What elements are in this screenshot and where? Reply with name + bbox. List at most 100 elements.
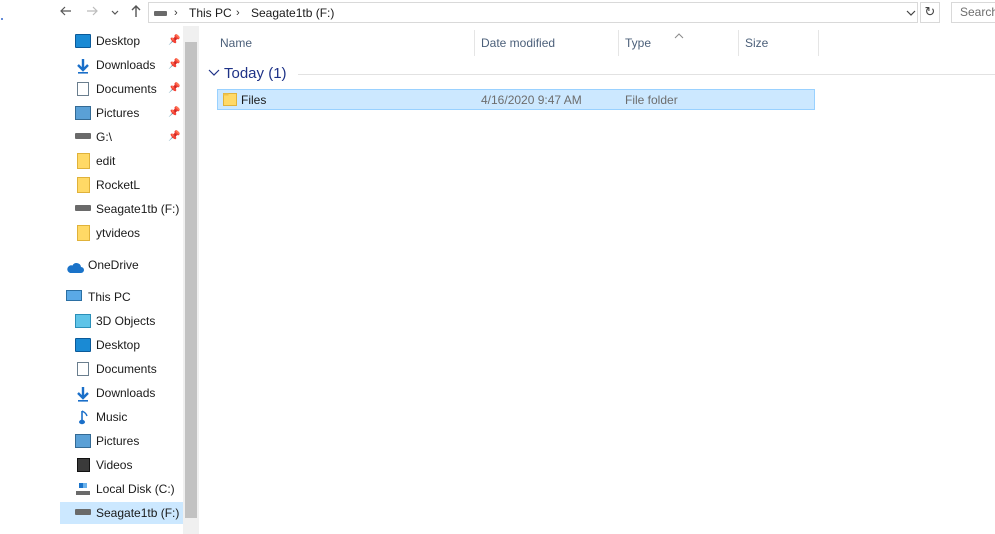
column-header-date[interactable]: Date modified	[481, 26, 611, 58]
pictures-icon	[75, 434, 91, 448]
up-arrow-icon	[131, 5, 141, 17]
chevron-right-icon: ›	[174, 7, 178, 19]
sidebar-item-desktop-pc[interactable]: Desktop	[60, 334, 185, 356]
sidebar-item-ytvideos[interactable]: ytvideos	[60, 222, 185, 244]
navigation-pane: Desktop 📌 Downloads 📌 Documents 📌 Pictur…	[60, 26, 200, 534]
desktop-icon	[75, 338, 91, 352]
download-arrow-icon	[75, 58, 91, 74]
search-input[interactable]: Search	[951, 2, 995, 23]
sidebar-item-g-drive[interactable]: G:\ 📌	[60, 126, 185, 148]
drive-icon	[75, 481, 91, 495]
sidebar-item-edit[interactable]: edit	[60, 150, 185, 172]
column-header-size[interactable]: Size	[745, 26, 815, 58]
sidebar-item-pictures-pc[interactable]: Pictures	[60, 430, 185, 452]
drive-icon	[75, 205, 91, 211]
cube-icon	[75, 314, 91, 328]
sidebar-item-desktop[interactable]: Desktop 📌	[60, 30, 185, 52]
file-type: File folder	[625, 93, 678, 107]
cloud-icon	[66, 259, 84, 273]
file-date-modified: 4/16/2020 9:47 AM	[481, 93, 582, 107]
breadcrumb-this-pc[interactable]: This PC	[189, 5, 232, 21]
chevron-down-icon	[906, 10, 916, 16]
sidebar-item-label: Music	[96, 410, 128, 424]
column-divider[interactable]	[474, 30, 475, 56]
chevron-down-icon	[111, 10, 119, 15]
sidebar-item-pictures[interactable]: Pictures 📌	[60, 102, 185, 124]
sidebar-item-downloads-pc[interactable]: Downloads	[60, 382, 185, 404]
pin-icon: 📌	[168, 59, 181, 70]
sidebar-item-label: 3D Objects	[96, 314, 156, 328]
folder-icon	[77, 153, 90, 169]
sidebar-item-documents[interactable]: Documents 📌	[60, 78, 185, 100]
file-name: Files	[241, 93, 267, 107]
sidebar-item-label: Videos	[96, 458, 133, 472]
sidebar-item-videos[interactable]: Videos	[60, 454, 185, 476]
sidebar-item-label: edit	[96, 154, 116, 168]
desktop-icon	[75, 34, 91, 48]
document-icon	[77, 362, 89, 376]
edge-marker	[0, 10, 4, 20]
chevron-right-icon: ›	[236, 7, 240, 19]
sidebar-item-label: Local Disk (C:)	[96, 482, 175, 496]
pictures-icon	[75, 106, 91, 120]
address-dropdown-button[interactable]	[906, 7, 916, 21]
sidebar-item-label: Downloads	[96, 386, 156, 400]
group-collapse-button[interactable]	[208, 67, 220, 81]
sidebar-item-label: Desktop	[96, 338, 141, 352]
sidebar-item-rocketl[interactable]: RocketL	[60, 174, 185, 196]
drive-icon	[75, 133, 91, 139]
group-divider	[298, 74, 995, 75]
sidebar-item-3d-objects[interactable]: 3D Objects	[60, 310, 185, 332]
sidebar-item-seagate-pc[interactable]: Seagate1tb (F:)	[60, 502, 185, 524]
sidebar-item-label: Documents	[96, 82, 157, 96]
sidebar-item-label: Documents	[96, 362, 157, 376]
forward-arrow-icon	[87, 6, 98, 16]
drive-icon	[154, 11, 167, 16]
sidebar-item-label: This PC	[88, 290, 131, 304]
sidebar-scrollbar-thumb[interactable]	[185, 42, 197, 518]
music-note-icon	[79, 410, 95, 425]
sidebar-item-music[interactable]: Music	[60, 406, 185, 428]
pin-icon: 📌	[168, 35, 181, 46]
chevron-down-icon	[208, 69, 220, 76]
sort-ascending-icon	[674, 28, 684, 42]
pin-icon: 📌	[168, 131, 181, 142]
folder-icon	[223, 92, 237, 106]
breadcrumb-seagate[interactable]: Seagate1tb (F:)	[251, 5, 334, 21]
sidebar-item-label: Downloads	[96, 58, 156, 72]
sidebar-item-label: Seagate1tb (F:)	[96, 202, 180, 216]
sidebar-item-downloads[interactable]: Downloads 📌	[60, 54, 185, 76]
sidebar-item-label: OneDrive	[88, 258, 139, 272]
recent-locations-button[interactable]	[106, 3, 124, 23]
document-icon	[77, 82, 89, 96]
folder-icon	[77, 225, 90, 241]
column-divider[interactable]	[818, 30, 819, 56]
column-header-name[interactable]: Name	[220, 26, 470, 58]
sidebar-item-label: Seagate1tb (F:)	[96, 506, 180, 520]
address-bar[interactable]: › This PC › Seagate1tb (F:)	[148, 2, 918, 23]
column-divider[interactable]	[618, 30, 619, 56]
forward-button[interactable]	[83, 3, 101, 23]
back-arrow-icon	[60, 6, 71, 16]
sidebar-item-seagate-quick[interactable]: Seagate1tb (F:)	[60, 198, 185, 220]
pin-icon: 📌	[168, 107, 181, 118]
sidebar-item-local-disk-c[interactable]: Local Disk (C:)	[60, 478, 185, 500]
computer-icon	[66, 290, 82, 301]
sidebar-item-documents-pc[interactable]: Documents	[60, 358, 185, 380]
back-button[interactable]	[57, 3, 75, 23]
download-arrow-icon	[75, 386, 91, 402]
sidebar-item-onedrive[interactable]: OneDrive	[60, 254, 185, 276]
up-button[interactable]	[127, 3, 145, 23]
sidebar-item-label: ytvideos	[96, 226, 141, 240]
folder-icon	[77, 177, 90, 193]
sidebar-item-label: G:\	[96, 130, 113, 144]
sidebar-item-label: Pictures	[96, 434, 140, 448]
sidebar-item-label: Pictures	[96, 106, 140, 120]
refresh-button[interactable]: ↻	[920, 2, 940, 23]
group-header-today[interactable]: Today (1)	[224, 65, 287, 82]
column-divider[interactable]	[738, 30, 739, 56]
sidebar-item-label: RocketL	[96, 178, 141, 192]
film-icon	[77, 458, 90, 472]
drive-icon	[75, 509, 91, 515]
sidebar-item-this-pc[interactable]: This PC	[60, 286, 185, 308]
